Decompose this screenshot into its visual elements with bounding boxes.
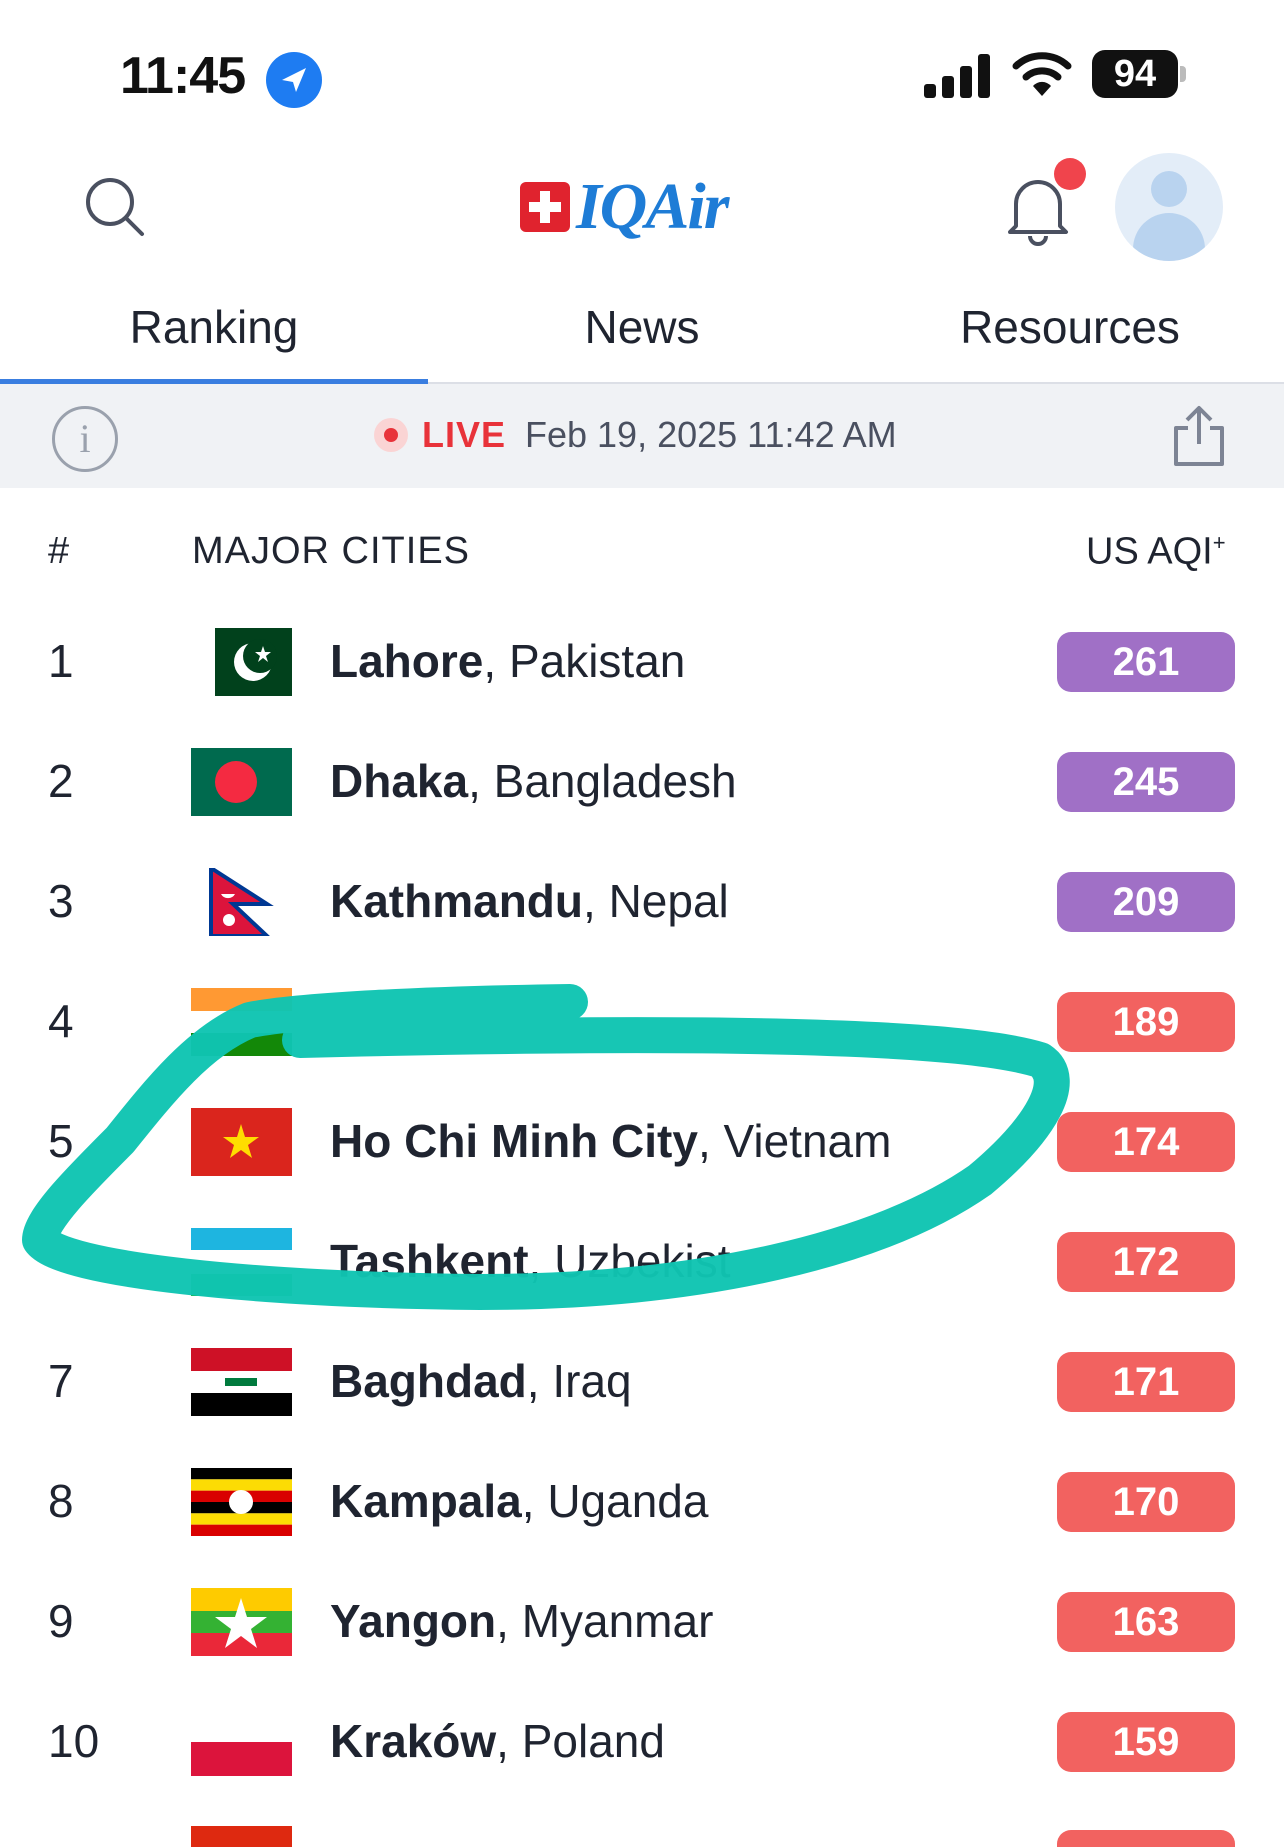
city-name: Kathmandu (330, 875, 583, 927)
status-time: 11:45 (120, 47, 246, 105)
row-rank: 3 (48, 875, 74, 927)
aqi-badge: 163 (1057, 1592, 1235, 1652)
location-arrow-icon (266, 52, 322, 108)
row-rank: 4 (48, 995, 74, 1047)
country-name: Uganda (547, 1475, 709, 1527)
city-name: Lahore (330, 635, 484, 687)
column-header-city: MAJOR CITIES (192, 530, 471, 572)
ranking-row[interactable]: 2 Dhaka, Bangladesh 245 (0, 720, 1284, 840)
aqi-badge: 172 (1057, 1232, 1235, 1292)
ranking-row[interactable]: 4 189 (0, 960, 1284, 1080)
row-rank: 10 (48, 1715, 100, 1767)
vietnam-flag-icon (191, 1108, 292, 1176)
aqi-badge: 261 (1057, 632, 1235, 692)
uganda-flag-icon (191, 1468, 292, 1536)
column-header-aqi[interactable]: US AQI+ (1086, 530, 1226, 574)
country-name: Poland (521, 1715, 665, 1767)
city-name: Baghdad (330, 1355, 527, 1407)
ranking-row[interactable]: 8 Kampala, Uganda 170 (0, 1440, 1284, 1560)
country-name: Nepal (608, 875, 729, 927)
country-name: Iraq (552, 1355, 632, 1407)
info-icon[interactable]: i (52, 406, 118, 472)
nepal-flag-icon (191, 868, 292, 936)
row-rank: 9 (48, 1595, 74, 1647)
uzbekistan-flag-icon (191, 1228, 292, 1296)
aqi-badge: 245 (1057, 752, 1235, 812)
share-icon[interactable] (1170, 402, 1228, 470)
wifi-icon (1012, 50, 1072, 98)
tab-news[interactable]: News (428, 290, 856, 382)
india-flag-icon (191, 988, 292, 1056)
ranking-row[interactable]: 5 Ho Chi Minh City, Vietnam 174 (0, 1080, 1284, 1200)
aqi-badge: 189 (1057, 992, 1235, 1052)
poland-flag-icon (191, 1708, 292, 1776)
country-name: Pakistan (508, 635, 686, 687)
city-name: Tashkent (330, 1235, 529, 1287)
tab-resources[interactable]: Resources (856, 290, 1284, 382)
aqi-badge: 171 (1057, 1352, 1235, 1412)
city-name: Ho Chi Minh City (330, 1115, 698, 1167)
row-rank: 8 (48, 1475, 74, 1527)
row-rank: 2 (48, 755, 74, 807)
aqi-badge: 174 (1057, 1112, 1235, 1172)
bangladesh-flag-icon (191, 748, 292, 816)
row-rank: 7 (48, 1355, 74, 1407)
battery-indicator: 94 (1092, 50, 1178, 98)
logo-text: IQAir (576, 170, 729, 243)
ranking-row[interactable]: 10 Kraków, Poland 159 (0, 1680, 1284, 1800)
city-name: Kraków (330, 1715, 497, 1767)
row-rank: 1 (48, 635, 74, 687)
country-name: Myanmar (521, 1595, 714, 1647)
live-dot-icon (374, 418, 408, 452)
ranking-row[interactable]: 9 Yangon, Myanmar 163 (0, 1560, 1284, 1680)
iraq-flag-icon (191, 1348, 292, 1416)
pakistan-flag-icon (191, 628, 292, 696)
cellular-signal-icon (924, 54, 990, 98)
aqi-badge: 170 (1057, 1472, 1235, 1532)
next-row-aqi-badge (1057, 1830, 1235, 1847)
city-name: Dhaka (330, 755, 469, 807)
ranking-row[interactable]: 1 Lahore, Pakistan 261 (0, 600, 1284, 720)
ranking-row[interactable]: 3 Kathmandu, Nepal 209 (0, 840, 1284, 960)
ranking-row[interactable]: 7 Baghdad, Iraq 171 (0, 1320, 1284, 1440)
battery-tip (1180, 66, 1186, 82)
iqair-logo[interactable]: IQAir (520, 170, 729, 243)
avatar[interactable] (1115, 153, 1223, 261)
aqi-badge: 159 (1057, 1712, 1235, 1772)
country-name: Vietnam (723, 1115, 892, 1167)
tab-ranking[interactable]: Ranking (0, 290, 428, 384)
swiss-cross-icon (520, 182, 570, 232)
live-timestamp: Feb 19, 2025 11:42 AM (525, 414, 897, 455)
ranking-row[interactable]: Tashkent, Uzbekist 172 (0, 1200, 1284, 1320)
city-name: Kampala (330, 1475, 522, 1527)
tab-bar: Ranking News Resources (0, 290, 1284, 384)
country-name: Uzbekist (554, 1235, 731, 1287)
country-name: Bangladesh (493, 755, 737, 807)
live-label: LIVE (422, 414, 507, 455)
notification-badge (1054, 158, 1086, 190)
myanmar-flag-icon (191, 1588, 292, 1656)
row-rank: 5 (48, 1115, 74, 1167)
search-icon[interactable] (80, 172, 150, 242)
column-header-rank: # (48, 530, 70, 572)
next-row-flag-icon (191, 1826, 292, 1847)
aqi-badge: 209 (1057, 872, 1235, 932)
city-name: Yangon (330, 1595, 497, 1647)
